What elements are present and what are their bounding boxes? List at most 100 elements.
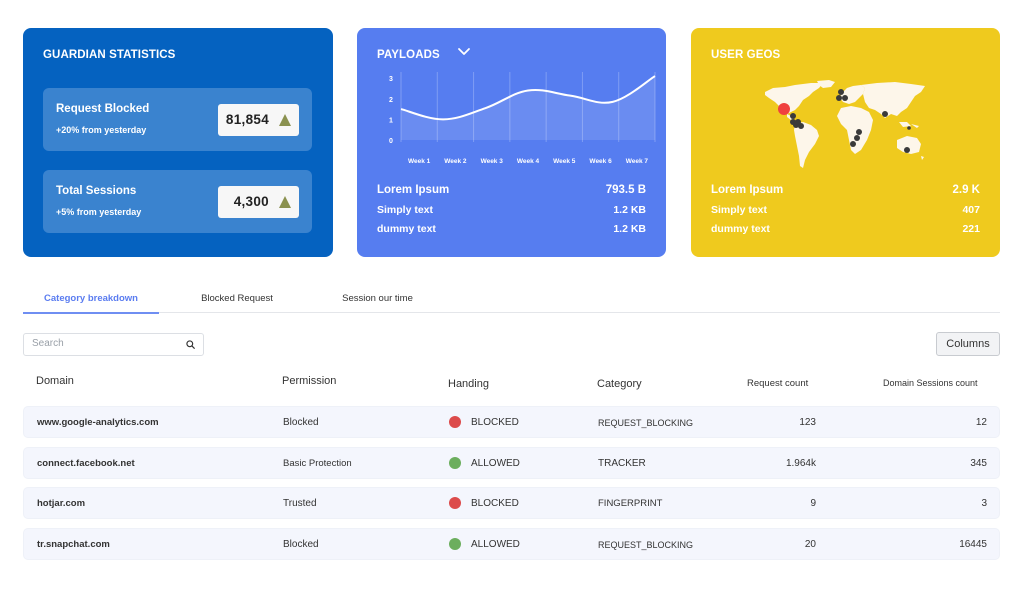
- tab-session-our-time[interactable]: Session our time: [315, 288, 440, 313]
- total-sessions-stat: Total Sessions +5% from yesterday 4,300: [43, 170, 312, 233]
- metric-label: Lorem Ipsum: [711, 184, 784, 196]
- category-cell: REQUEST_BLOCKING: [598, 540, 694, 550]
- domain-cell: hotjar.com: [37, 498, 86, 509]
- table-row[interactable]: www.google-analytics.com Blocked BLOCKED…: [23, 406, 1000, 438]
- tab-category-breakdown[interactable]: Category breakdown: [23, 288, 159, 314]
- metric-row: Lorem Ipsum 793.5 B: [377, 184, 646, 196]
- permission-cell: Trusted: [283, 498, 317, 509]
- table-row[interactable]: hotjar.com Trusted BLOCKED FINGERPRINT 9…: [23, 487, 1000, 519]
- geo-marker: [854, 135, 860, 141]
- permission-cell: Blocked: [283, 417, 319, 428]
- payload-chart: 0 1 2 3 Week 1 Week 2 Week 3 Week 4 Week 5 Week …: [389, 72, 656, 165]
- geo-marker: [798, 123, 804, 129]
- metric-row: dummy text 1.2 KB: [377, 223, 646, 235]
- request-count-cell: 1.964k: [785, 458, 816, 469]
- handling-cell: ALLOWED: [449, 538, 520, 550]
- x-tick-label: Week 4: [517, 158, 540, 165]
- metric-value: 407: [962, 204, 980, 216]
- handling-text: BLOCKED: [471, 416, 519, 428]
- handling-cell: BLOCKED: [449, 416, 519, 428]
- handling-text: BLOCKED: [471, 497, 519, 509]
- handling-text: ALLOWED: [471, 457, 520, 469]
- geo-marker: [904, 147, 910, 153]
- card-title: GUARDIAN STATISTICS: [43, 49, 176, 61]
- search-input[interactable]: [32, 338, 182, 349]
- search-box: [23, 333, 204, 356]
- chart-area-fill: [401, 76, 655, 140]
- category-cell: FINGERPRINT: [598, 498, 663, 509]
- guardian-statistics-card: GUARDIAN STATISTICS Request Blocked +20%…: [23, 28, 333, 257]
- stat-value: 81,854: [225, 112, 269, 127]
- category-cell: REQUEST_BLOCKING: [598, 418, 694, 428]
- geo-marker: [850, 141, 856, 147]
- stat-change: +20% from yesterday: [56, 125, 147, 135]
- metric-label: Simply text: [377, 204, 434, 216]
- sessions-count-cell: 3: [981, 498, 987, 509]
- column-header-domain[interactable]: Domain: [36, 375, 74, 387]
- y-tick-label: 1: [389, 117, 393, 124]
- geo-marker-highlight: [778, 103, 790, 115]
- x-tick-label: Week 7: [626, 158, 649, 165]
- tab-blocked-request[interactable]: Blocked Request: [159, 288, 315, 313]
- geo-marker: [882, 111, 888, 117]
- search-icon[interactable]: [186, 340, 195, 349]
- table-row[interactable]: tr.snapchat.com Blocked ALLOWED REQUEST_…: [23, 528, 1000, 560]
- handling-cell: ALLOWED: [449, 457, 520, 469]
- metric-label: Simply text: [711, 204, 768, 216]
- metric-label: Lorem Ipsum: [377, 184, 450, 196]
- column-header-request-count[interactable]: Request count: [747, 378, 808, 389]
- x-tick-label: Week 6: [589, 158, 612, 165]
- metric-value: 1.2 KB: [613, 223, 646, 235]
- request-blocked-stat: Request Blocked +20% from yesterday 81,8…: [43, 88, 312, 151]
- stat-value: 4,300: [233, 194, 269, 209]
- sessions-count-cell: 12: [975, 417, 987, 428]
- geo-marker: [856, 129, 862, 135]
- world-map-land: [765, 80, 925, 168]
- geo-marker: [836, 95, 842, 101]
- stat-value-box: 4,300: [218, 186, 299, 218]
- tab-bar: Category breakdown Blocked Request Sessi…: [23, 288, 1000, 314]
- status-dot-icon: [449, 538, 461, 550]
- y-tick-label: 0: [389, 138, 393, 145]
- sessions-count-cell: 345: [970, 458, 987, 469]
- permission-cell: Basic Protection: [283, 458, 352, 469]
- x-tick-label: Week 1: [408, 158, 431, 165]
- geo-marker: [842, 95, 848, 101]
- status-dot-icon: [449, 457, 461, 469]
- x-tick-label: Week 5: [553, 158, 576, 165]
- geo-marker: [907, 126, 911, 130]
- metric-value: 1.2 KB: [613, 204, 646, 216]
- request-count-cell: 9: [810, 498, 816, 509]
- handling-text: ALLOWED: [471, 538, 520, 550]
- y-tick-label: 2: [389, 97, 393, 104]
- permission-cell: Blocked: [283, 539, 319, 550]
- stat-label: Total Sessions: [56, 185, 137, 197]
- column-header-domain-sessions-count[interactable]: Domain Sessions count: [883, 378, 978, 388]
- column-header-permission[interactable]: Permission: [282, 375, 336, 387]
- triangle-up-icon: [279, 196, 291, 208]
- metric-row: dummy text 221: [711, 223, 980, 235]
- request-count-cell: 20: [804, 539, 816, 550]
- metric-row: Lorem Ipsum 2.9 K: [711, 184, 980, 196]
- table-row[interactable]: connect.facebook.net Basic Protection AL…: [23, 447, 1000, 479]
- metric-value: 221: [962, 223, 980, 235]
- domain-cell: connect.facebook.net: [37, 458, 135, 469]
- card-title: PAYLOADS: [377, 49, 440, 61]
- domain-cell: www.google-analytics.com: [37, 417, 159, 428]
- column-header-category[interactable]: Category: [597, 378, 642, 390]
- card-title: USER GEOS: [711, 49, 781, 61]
- columns-button[interactable]: Columns: [936, 332, 1000, 356]
- chevron-down-icon[interactable]: [457, 47, 471, 57]
- column-header-handling[interactable]: Handing: [448, 378, 489, 390]
- user-geos-card: USER GEOS Lorem Ipsum 2.9 K Simply text …: [691, 28, 1000, 257]
- triangle-up-icon: [279, 114, 291, 126]
- geo-marker: [793, 122, 799, 128]
- stat-label: Request Blocked: [56, 103, 150, 115]
- status-dot-icon: [449, 416, 461, 428]
- metric-label: dummy text: [377, 223, 436, 235]
- handling-cell: BLOCKED: [449, 497, 519, 509]
- geo-marker: [790, 113, 796, 119]
- x-tick-label: Week 2: [444, 158, 467, 165]
- status-dot-icon: [449, 497, 461, 509]
- metric-value: 793.5 B: [605, 184, 646, 196]
